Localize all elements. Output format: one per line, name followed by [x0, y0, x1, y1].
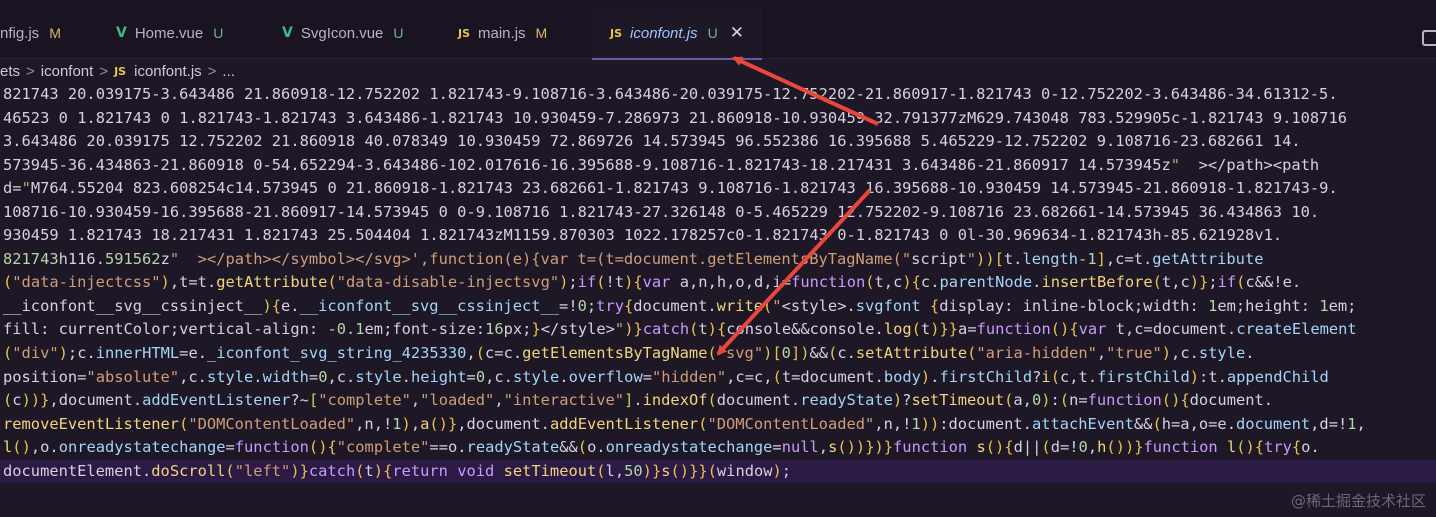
- untracked-badge: U: [213, 25, 224, 41]
- breadcrumb-item[interactable]: ...: [222, 63, 235, 80]
- code-line[interactable]: position="absolute",c.style.width=0,c.st…: [0, 366, 1436, 390]
- untracked-badge: U: [707, 25, 718, 41]
- tab-label: SvgIcon.vue: [300, 24, 384, 42]
- code-line[interactable]: fill: currentColor;vertical-align: -0.1e…: [0, 318, 1436, 342]
- tab-iconfont-js[interactable]: JS iconfont.js U ✕: [592, 8, 762, 60]
- vue-icon: V: [116, 25, 127, 41]
- tab-home-vue[interactable]: V Home.vue U: [116, 8, 223, 58]
- tab-config-js[interactable]: nfig.js M: [0, 8, 61, 58]
- breadcrumb-item[interactable]: iconfont.js: [134, 63, 202, 80]
- tab-svgicon-vue[interactable]: V SvgIcon.vue U: [282, 8, 404, 58]
- modified-badge: M: [49, 25, 61, 41]
- js-icon: JS: [610, 26, 623, 40]
- tab-label: main.js: [478, 24, 526, 42]
- code-line[interactable]: ("data-injectcss"),t=t.getAttribute("dat…: [0, 271, 1436, 295]
- split-editor-icon[interactable]: [1422, 30, 1436, 46]
- code-line[interactable]: (c))},document.addEventListener?~["compl…: [0, 389, 1436, 413]
- code-line[interactable]: __iconfont__svg__cssinject__){e.__iconfo…: [0, 295, 1436, 319]
- code-line[interactable]: 930459 1.821743 18.217431 1.821743 25.50…: [0, 224, 1436, 248]
- js-icon: JS: [114, 64, 127, 78]
- tab-bar: nfig.js M V Home.vue U V SvgIcon.vue U J…: [0, 8, 1436, 60]
- breadcrumb-item[interactable]: ets: [0, 63, 20, 80]
- tab-label: iconfont.js: [630, 24, 698, 42]
- vue-icon: V: [282, 25, 293, 41]
- tab-main-js[interactable]: JS main.js M: [458, 8, 547, 58]
- code-line[interactable]: 108716-10.930459-16.395688-21.860917-14.…: [0, 201, 1436, 225]
- untracked-badge: U: [393, 25, 404, 41]
- watermark: @稀土掘金技术社区: [1290, 492, 1426, 510]
- code-line[interactable]: 821743 20.039175-3.643486 21.860918-12.7…: [0, 83, 1436, 107]
- js-icon: JS: [458, 26, 471, 40]
- tab-label: Home.vue: [134, 24, 204, 42]
- code-line[interactable]: removeEventListener("DOMContentLoaded",n…: [0, 413, 1436, 437]
- code-line[interactable]: 573945-36.434863-21.860918 0-54.652294-3…: [0, 154, 1436, 178]
- breadcrumb: ets > iconfont > JS iconfont.js > ...: [0, 59, 1436, 83]
- code-line[interactable]: 46523 0 1.821743 0 1.821743-1.821743 3.6…: [0, 107, 1436, 131]
- code-line[interactable]: l(),o.onreadystatechange=function(){"com…: [0, 436, 1436, 460]
- breadcrumb-item[interactable]: iconfont: [41, 63, 94, 80]
- chevron-right-icon: >: [207, 62, 217, 80]
- chevron-right-icon: >: [26, 62, 35, 80]
- code-line[interactable]: ("div");c.innerHTML=e._iconfont_svg_stri…: [0, 342, 1436, 366]
- modified-badge: M: [535, 25, 548, 41]
- code-line[interactable]: d="M764.55204 823.608254c14.573945 0 21.…: [0, 177, 1436, 201]
- code-line[interactable]: 821743h116.591562z" ></path></symbol></s…: [0, 248, 1436, 272]
- code-editor[interactable]: 821743 20.039175-3.643486 21.860918-12.7…: [0, 83, 1436, 517]
- title-bar-strip: [0, 0, 1436, 8]
- chevron-right-icon: >: [99, 62, 109, 80]
- code-line[interactable]: documentElement.doScroll("left")}catch(t…: [0, 459, 1436, 484]
- close-icon[interactable]: ✕: [730, 23, 744, 43]
- tab-label: nfig.js: [0, 24, 40, 42]
- code-line[interactable]: 3.643486 20.039175 12.752202 21.860918 4…: [0, 130, 1436, 154]
